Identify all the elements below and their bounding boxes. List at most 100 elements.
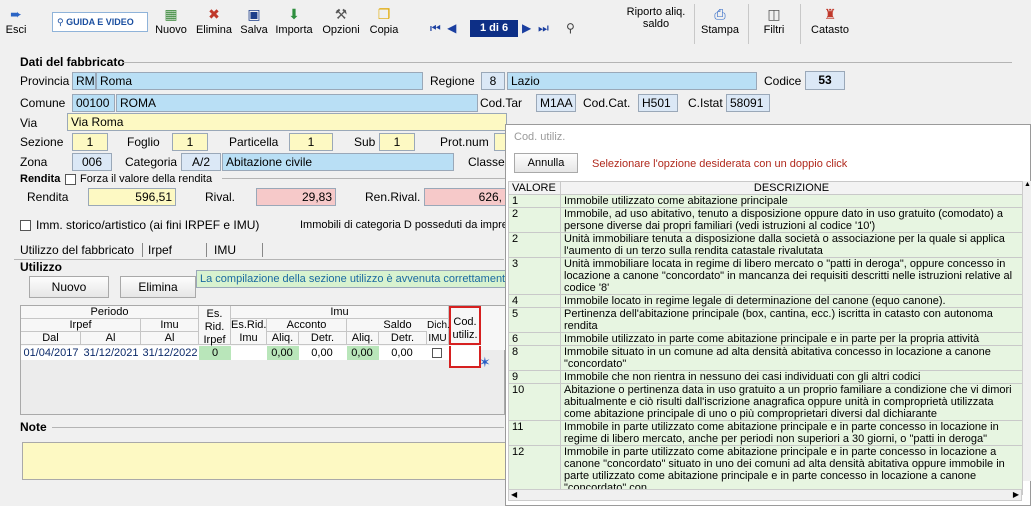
- note-textarea[interactable]: [22, 442, 506, 480]
- provincia-code-field[interactable]: RM: [72, 72, 96, 90]
- popup-code-row[interactable]: 6 Immobile utilizzato in parte come abita…: [508, 332, 1023, 346]
- code-value[interactable]: 2: [508, 232, 561, 258]
- code-description[interactable]: Pertinenza dell'abitazione principale (b…: [560, 307, 1023, 333]
- code-value[interactable]: 10: [508, 383, 561, 421]
- rival-field[interactable]: 29,83: [256, 188, 336, 206]
- sezione-field[interactable]: 1: [72, 133, 108, 151]
- code-description[interactable]: Immobile locato in regime legale di dete…: [560, 294, 1023, 308]
- renrival-field[interactable]: 626,: [424, 188, 506, 206]
- row-cod-utiliz[interactable]: [449, 346, 481, 368]
- provincia-name-field[interactable]: Roma: [96, 72, 423, 90]
- regione-name-field[interactable]: Lazio: [507, 72, 757, 90]
- print-button[interactable]: ⎙ Stampa: [700, 2, 740, 46]
- code-description[interactable]: Abitazione o pertinenza data in uso grat…: [560, 383, 1023, 421]
- tab-imu[interactable]: IMU: [214, 241, 236, 259]
- tab-irpef[interactable]: Irpef: [148, 241, 172, 259]
- forza-rendita-checkbox[interactable]: [65, 174, 76, 185]
- code-description[interactable]: Immobile che non rientra in nessuno dei …: [560, 370, 1023, 384]
- code-description[interactable]: Immobile in parte utilizzato come abitaz…: [560, 445, 1023, 495]
- code-value[interactable]: 8: [508, 345, 561, 371]
- code-description[interactable]: Unità immobiliare locata in regime di li…: [560, 257, 1023, 295]
- categoria-code-field[interactable]: A/2: [181, 153, 221, 171]
- comune-cap-field[interactable]: 00100: [72, 94, 115, 112]
- options-button[interactable]: ⚒ Opzioni: [316, 2, 366, 46]
- row-dal[interactable]: 01/04/2017: [21, 346, 81, 360]
- row-es-rid-irpef[interactable]: 0: [199, 346, 231, 360]
- prev-record-icon[interactable]: ◀: [447, 20, 461, 36]
- last-record-icon[interactable]: ⏭: [538, 20, 552, 36]
- code-value[interactable]: 6: [508, 332, 561, 346]
- sub-field[interactable]: 1: [379, 133, 415, 151]
- header-cod-utiliz[interactable]: Cod. utiliz.: [449, 306, 481, 345]
- popup-horizontal-scrollbar[interactable]: ◀ ▶: [508, 489, 1022, 501]
- codice-field[interactable]: 53: [805, 71, 845, 90]
- riporto-aliquota-button[interactable]: Riporto aliq. saldo: [624, 6, 688, 50]
- popup-code-row[interactable]: 2 Immobile, ad uso abitativo, tenuto a di…: [508, 207, 1023, 233]
- codtar-field[interactable]: M1AA: [536, 94, 576, 112]
- scroll-right-icon[interactable]: ▶: [1013, 490, 1019, 499]
- popup-vertical-scrollbar[interactable]: ▲: [1022, 181, 1031, 481]
- popup-code-row[interactable]: 12 Immobile in parte utilizzato come abit…: [508, 445, 1023, 495]
- categoria-desc-field[interactable]: Abitazione civile: [222, 153, 454, 171]
- utilizzo-new-button[interactable]: Nuovo: [29, 276, 109, 298]
- code-value[interactable]: 1: [508, 194, 561, 208]
- catasto-button[interactable]: ♜ Catasto: [806, 2, 854, 46]
- save-button[interactable]: ▣ Salva: [236, 2, 272, 46]
- exit-button[interactable]: ➨ Esci: [2, 2, 30, 46]
- popup-code-row[interactable]: 5 Pertinenza dell'abitazione principale (…: [508, 307, 1023, 333]
- code-value[interactable]: 9: [508, 370, 561, 384]
- code-description[interactable]: Immobile utilizzato come abitazione prin…: [560, 194, 1023, 208]
- utilizzo-delete-button[interactable]: Elimina: [120, 276, 196, 298]
- import-button[interactable]: ⬇ Importa: [272, 2, 316, 46]
- row-al-imu[interactable]: 31/12/2022: [141, 346, 199, 360]
- guide-video-button[interactable]: ⚲ GUIDA E VIDEO: [52, 12, 148, 32]
- code-value[interactable]: 2: [508, 207, 561, 233]
- popup-code-row[interactable]: 8 Immobile situato in un comune ad alta d…: [508, 345, 1023, 371]
- row-acc-aliq[interactable]: 0,00: [267, 346, 299, 360]
- popup-cancel-button[interactable]: Annulla: [514, 153, 578, 173]
- particella-field[interactable]: 1: [289, 133, 333, 151]
- copy-button[interactable]: ❐ Copia: [366, 2, 402, 46]
- code-value[interactable]: 11: [508, 420, 561, 446]
- code-description[interactable]: Unità immobiliare tenuta a disposizione …: [560, 232, 1023, 258]
- scroll-up-icon[interactable]: ▲: [1023, 181, 1031, 191]
- code-value[interactable]: 3: [508, 257, 561, 295]
- code-value[interactable]: 4: [508, 294, 561, 308]
- row-al-irpef[interactable]: 31/12/2021: [81, 346, 141, 360]
- code-description[interactable]: Immobile situato in un comune ad alta de…: [560, 345, 1023, 371]
- popup-code-row[interactable]: 10 Abitazione o pertinenza data in uso gr…: [508, 383, 1023, 421]
- code-description[interactable]: Immobile in parte utilizzato come abitaz…: [560, 420, 1023, 446]
- scroll-left-icon[interactable]: ◀: [511, 490, 517, 499]
- code-description[interactable]: Immobile, ad uso abitativo, tenuto a dis…: [560, 207, 1023, 233]
- delete-button[interactable]: ✖ Elimina: [192, 2, 236, 46]
- zona-field[interactable]: 006: [72, 153, 112, 171]
- rendita-field[interactable]: 596,51: [88, 188, 176, 206]
- filters-button[interactable]: ◫ Filtri: [756, 2, 792, 46]
- first-record-icon[interactable]: ⏮: [430, 20, 444, 36]
- codcat-field[interactable]: H501: [638, 94, 678, 112]
- storico-checkbox[interactable]: [20, 220, 31, 231]
- row-saldo-detr[interactable]: 0,00: [379, 346, 427, 360]
- regione-code-field[interactable]: 8: [481, 72, 505, 90]
- via-field[interactable]: Via Roma: [67, 113, 507, 131]
- cistat-field[interactable]: 58091: [726, 94, 770, 112]
- next-record-icon[interactable]: ▶: [522, 20, 536, 36]
- tab-utilizzo[interactable]: Utilizzo del fabbricato: [20, 241, 134, 259]
- row-es-rid-imu[interactable]: [231, 346, 267, 360]
- row-saldo-aliq[interactable]: 0,00: [347, 346, 379, 360]
- popup-code-row[interactable]: 1 Immobile utilizzato come abitazione pri…: [508, 194, 1023, 208]
- search-record-icon[interactable]: ⚲: [566, 20, 580, 36]
- popup-code-row[interactable]: 4 Immobile locato in regime legale di det…: [508, 294, 1023, 308]
- code-value[interactable]: 5: [508, 307, 561, 333]
- comune-name-field[interactable]: ROMA: [116, 94, 478, 112]
- foglio-field[interactable]: 1: [172, 133, 208, 151]
- row-dich-imu-checkbox[interactable]: [432, 348, 442, 358]
- popup-code-row[interactable]: 2 Unità immobiliare tenuta a disposizione…: [508, 232, 1023, 258]
- new-button[interactable]: ▦ Nuovo: [150, 2, 192, 46]
- code-value[interactable]: 12: [508, 445, 561, 495]
- popup-code-row[interactable]: 3 Unità immobiliare locata in regime di l…: [508, 257, 1023, 295]
- popup-code-row[interactable]: 11 Immobile in parte utilizzato come abit…: [508, 420, 1023, 446]
- code-description[interactable]: Immobile utilizzato in parte come abitaz…: [560, 332, 1023, 346]
- popup-code-row[interactable]: 9 Immobile che non rientra in nessuno dei…: [508, 370, 1023, 384]
- row-acc-detr[interactable]: 0,00: [299, 346, 347, 360]
